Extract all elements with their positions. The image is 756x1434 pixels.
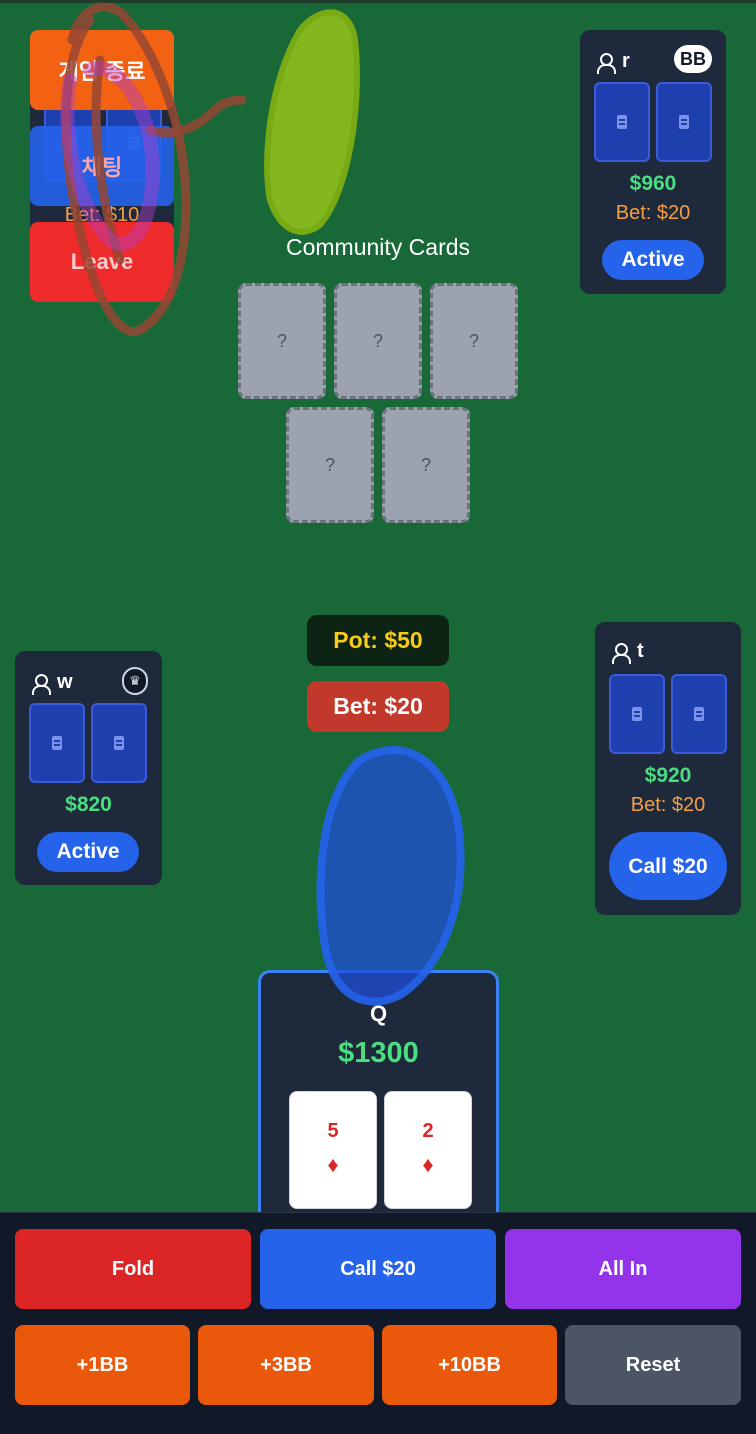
hero-card: 5 ♦ xyxy=(289,1091,377,1209)
status-pill: Call $20 xyxy=(609,832,727,900)
community-cards-title: Community Cards xyxy=(285,234,471,260)
player-name: t xyxy=(637,640,644,662)
player-panel-w: w ♛ $820 Active xyxy=(15,651,162,885)
status-pill: Active xyxy=(602,240,704,280)
top-edge xyxy=(0,0,756,3)
current-bet-display: Bet: $20 xyxy=(307,681,449,732)
big-blind-badge: BB xyxy=(674,45,712,73)
end-game-button[interactable]: 게임 종료 xyxy=(30,30,174,110)
blue-scribble xyxy=(316,745,465,1006)
player-name: w xyxy=(57,671,73,693)
player-bet: Bet: $20 xyxy=(630,794,706,816)
raise-1bb-button[interactable]: +1BB xyxy=(15,1325,190,1405)
card-back xyxy=(29,703,85,783)
hero-card: 2 ♦ xyxy=(384,1091,472,1209)
status-pill: Active xyxy=(37,832,139,872)
diamond-suit-icon: ♦ xyxy=(422,1152,434,1177)
hero-name: Q xyxy=(369,1001,388,1026)
player-panel-t: t $920 Bet: $20 Call $20 xyxy=(595,622,741,915)
community-card: ? xyxy=(238,283,326,399)
card-back xyxy=(91,703,147,783)
community-card: ? xyxy=(286,407,374,523)
green-scribble xyxy=(264,9,360,235)
card-back xyxy=(609,674,665,754)
action-bar: Fold Call $20 All In +1BB +3BB +10BB Res… xyxy=(0,1212,756,1434)
all-in-button[interactable]: All In xyxy=(505,1229,741,1309)
user-icon xyxy=(31,673,51,695)
player-header: w xyxy=(31,671,73,695)
player-chips: $920 xyxy=(644,764,692,787)
community-card: ? xyxy=(382,407,470,523)
community-card: ? xyxy=(334,283,422,399)
player-panel-r: r BB $960 Bet: $20 Active xyxy=(580,30,726,294)
player-header: t xyxy=(611,640,644,664)
card-back xyxy=(594,82,650,162)
hero-panel: Q $1300 5 ♦ 2 ♦ xyxy=(258,970,499,1230)
card-back xyxy=(671,674,727,754)
player-chips: $960 xyxy=(629,172,677,195)
player-chips: $820 xyxy=(65,793,112,816)
diamond-suit-icon: ♦ xyxy=(327,1152,339,1177)
player-name: r xyxy=(622,50,630,72)
user-icon xyxy=(611,642,631,664)
raise-3bb-button[interactable]: +3BB xyxy=(198,1325,374,1405)
chat-button[interactable]: 채팅 xyxy=(30,126,174,206)
leave-button[interactable]: Leave xyxy=(30,222,174,302)
card-rank: 2 xyxy=(422,1120,434,1142)
crown-icon: ♛ xyxy=(122,667,148,695)
card-rank: 5 xyxy=(327,1120,339,1142)
reset-button[interactable]: Reset xyxy=(565,1325,741,1405)
fold-button[interactable]: Fold xyxy=(15,1229,251,1309)
hero-chips: $1300 xyxy=(338,1037,419,1069)
player-bet: Bet: $20 xyxy=(615,202,691,224)
call-button[interactable]: Call $20 xyxy=(260,1229,496,1309)
raise-10bb-button[interactable]: +10BB xyxy=(382,1325,557,1405)
player-header: r xyxy=(596,50,630,74)
community-card: ? xyxy=(430,283,518,399)
pot-display: Pot: $50 xyxy=(307,615,449,666)
card-back xyxy=(656,82,712,162)
user-icon xyxy=(596,52,616,74)
